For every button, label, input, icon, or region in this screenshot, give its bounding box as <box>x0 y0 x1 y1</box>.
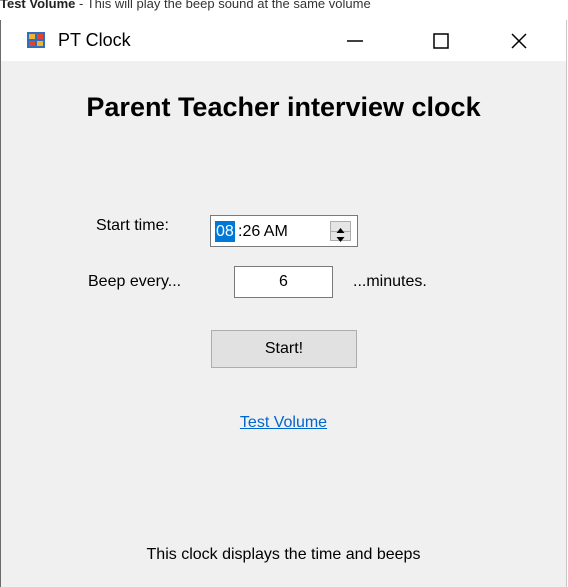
start-button[interactable]: Start! <box>211 330 357 368</box>
app-icon <box>27 32 45 48</box>
beep-minutes-input[interactable] <box>234 266 333 298</box>
maximize-icon <box>433 32 449 49</box>
doc-context-description: - This will play the beep sound at the s… <box>75 0 371 11</box>
close-button[interactable] <box>489 20 549 61</box>
start-time-picker[interactable]: 08 :26 AM <box>210 215 358 247</box>
time-minutes-ampm[interactable]: :26 AM <box>238 221 288 242</box>
start-time-label: Start time: <box>96 217 169 234</box>
doc-context-text: Test Volume - This will play the beep so… <box>0 0 568 22</box>
doc-context-bold-label: Test Volume <box>0 0 76 11</box>
spin-down-button[interactable] <box>331 231 350 242</box>
time-hour-selected[interactable]: 08 <box>215 221 235 242</box>
pt-clock-window: PT Clock Parent Teacher interview clock … <box>0 20 567 587</box>
window-title: PT Clock <box>58 30 131 50</box>
close-icon <box>511 32 527 49</box>
title-bar[interactable]: PT Clock <box>1 20 566 61</box>
time-spinner[interactable] <box>330 221 351 242</box>
footer-text: This clock displays the time and beeps <box>146 546 421 563</box>
page: Test Volume - This will play the beep so… <box>0 0 568 587</box>
app-heading: Parent Teacher interview clock <box>86 92 481 122</box>
minimize-icon <box>347 39 363 42</box>
chevron-down-icon <box>336 237 345 242</box>
maximize-button[interactable] <box>411 20 471 61</box>
minutes-suffix-label: ...minutes. <box>353 273 427 290</box>
test-volume-link[interactable]: Test Volume <box>1 414 566 432</box>
minimize-button[interactable] <box>325 20 385 61</box>
beep-every-label: Beep every... <box>88 273 182 290</box>
